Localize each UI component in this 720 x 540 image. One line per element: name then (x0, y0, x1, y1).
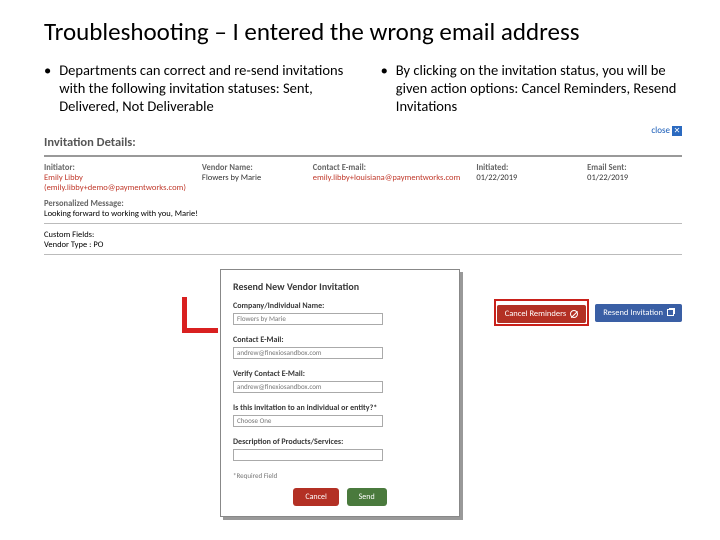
personalized-message-value: Looking forward to working with you, Mar… (44, 209, 198, 219)
vendor-name-label: Vendor Name: (202, 163, 297, 173)
personalized-message-label: Personalized Message: (44, 199, 124, 209)
modal-send-button[interactable]: Send (347, 488, 387, 506)
verify-email-input[interactable]: andrew@finexiosandbox.com (233, 381, 383, 393)
initiated-value: 01/22/2019 (476, 173, 571, 183)
email-sent-value: 01/22/2019 (587, 173, 682, 183)
external-icon (667, 309, 674, 316)
resend-modal: Resend New Vendor Invitation Company/Ind… (220, 269, 460, 517)
cancel-reminders-highlight: Cancel Reminders (494, 299, 590, 326)
bullet-left: Departments can correct and re-send invi… (44, 61, 371, 115)
contact-email-value: emily.libby+louisiana@paymentworks.com (313, 173, 461, 183)
custom-fields-value: Vendor Type : PO (44, 240, 103, 250)
invitation-details-panel: close✕ Invitation Details: Initiator: Em… (44, 125, 682, 265)
verify-email-label: Verify Contact E-Mail: (233, 369, 447, 379)
action-buttons: Cancel Reminders Resend Invitation (494, 299, 682, 326)
email-sent-label: Email Sent: (587, 163, 682, 173)
initiated-label: Initiated: (476, 163, 571, 173)
company-name-input[interactable]: Flowers by Marie (233, 313, 383, 325)
modal-title: Resend New Vendor Invitation (233, 280, 447, 293)
individual-entity-select[interactable]: Choose One (233, 415, 383, 427)
description-input[interactable] (233, 449, 383, 461)
page-title: Troubleshooting – I entered the wrong em… (44, 18, 682, 47)
individual-entity-label: Is this invitation to an individual or e… (233, 403, 447, 413)
details-heading: Invitation Details: (44, 129, 682, 153)
company-name-label: Company/Individual Name: (233, 301, 447, 311)
close-link[interactable]: close✕ (651, 125, 682, 136)
red-callout-bracket (182, 297, 218, 333)
required-note: *Required Field (233, 471, 447, 480)
description-label: Description of Products/Services: (233, 437, 447, 447)
contact-email-label: Contact E-mail: (313, 163, 461, 173)
bullet-right: By clicking on the invitation status, yo… (381, 61, 682, 115)
close-icon: ✕ (672, 126, 682, 136)
bullet-row: Departments can correct and re-send invi… (44, 61, 682, 115)
resend-invitation-button[interactable]: Resend Invitation (595, 304, 682, 322)
contact-email-modal-input[interactable]: andrew@finexiosandbox.com (233, 347, 383, 359)
modal-cancel-button[interactable]: Cancel (293, 488, 339, 506)
vendor-name-value: Flowers by Marie (202, 173, 297, 183)
contact-email-modal-label: Contact E-Mail: (233, 335, 447, 345)
initiator-label: Initiator: (44, 163, 186, 173)
initiator-value: Emily Libby (emily.libby+demo@paymentwor… (44, 173, 186, 193)
cancel-reminders-button[interactable]: Cancel Reminders (497, 305, 587, 323)
custom-fields-label: Custom Fields: (44, 230, 94, 240)
ban-icon (570, 310, 578, 318)
